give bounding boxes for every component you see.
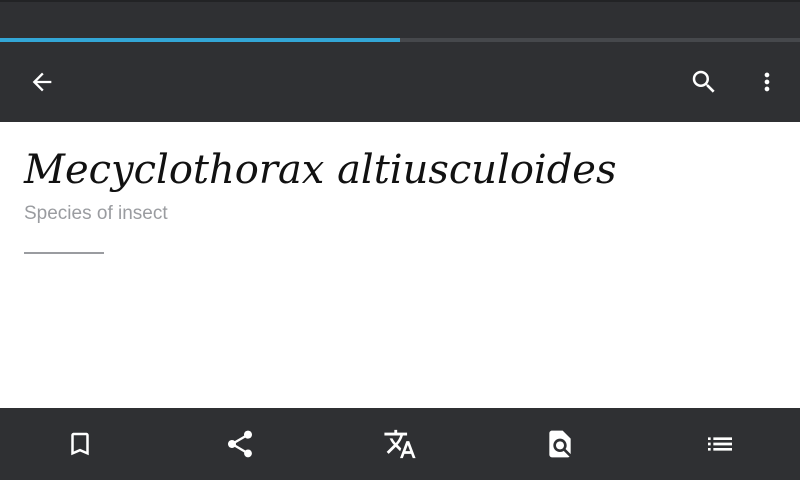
title-divider xyxy=(24,252,104,254)
status-bar xyxy=(0,0,800,38)
article-title: Mecyclothorax altiusculoides xyxy=(24,147,617,193)
search-icon xyxy=(692,70,715,93)
translate-button[interactable] xyxy=(320,408,480,480)
share-button[interactable] xyxy=(160,408,320,480)
article-description: Species of insect xyxy=(24,203,168,224)
overflow-menu-button[interactable] xyxy=(739,54,795,110)
back-button[interactable] xyxy=(14,54,70,110)
find-in-page-icon xyxy=(549,430,571,458)
article-content: Mecyclothorax altiusculoides Species of … xyxy=(0,122,800,408)
list-icon xyxy=(708,437,732,451)
bookmark-icon xyxy=(71,432,89,456)
find-in-page-button[interactable] xyxy=(480,408,640,480)
translate-icon xyxy=(384,429,416,459)
top-toolbar xyxy=(0,42,800,122)
bookmark-button[interactable] xyxy=(0,408,160,480)
table-of-contents-button[interactable] xyxy=(640,408,800,480)
search-button[interactable] xyxy=(676,54,732,110)
bottom-action-bar xyxy=(0,408,800,480)
arrow-back-icon xyxy=(32,72,52,92)
more-vert-icon xyxy=(764,72,770,92)
share-icon xyxy=(228,430,252,458)
